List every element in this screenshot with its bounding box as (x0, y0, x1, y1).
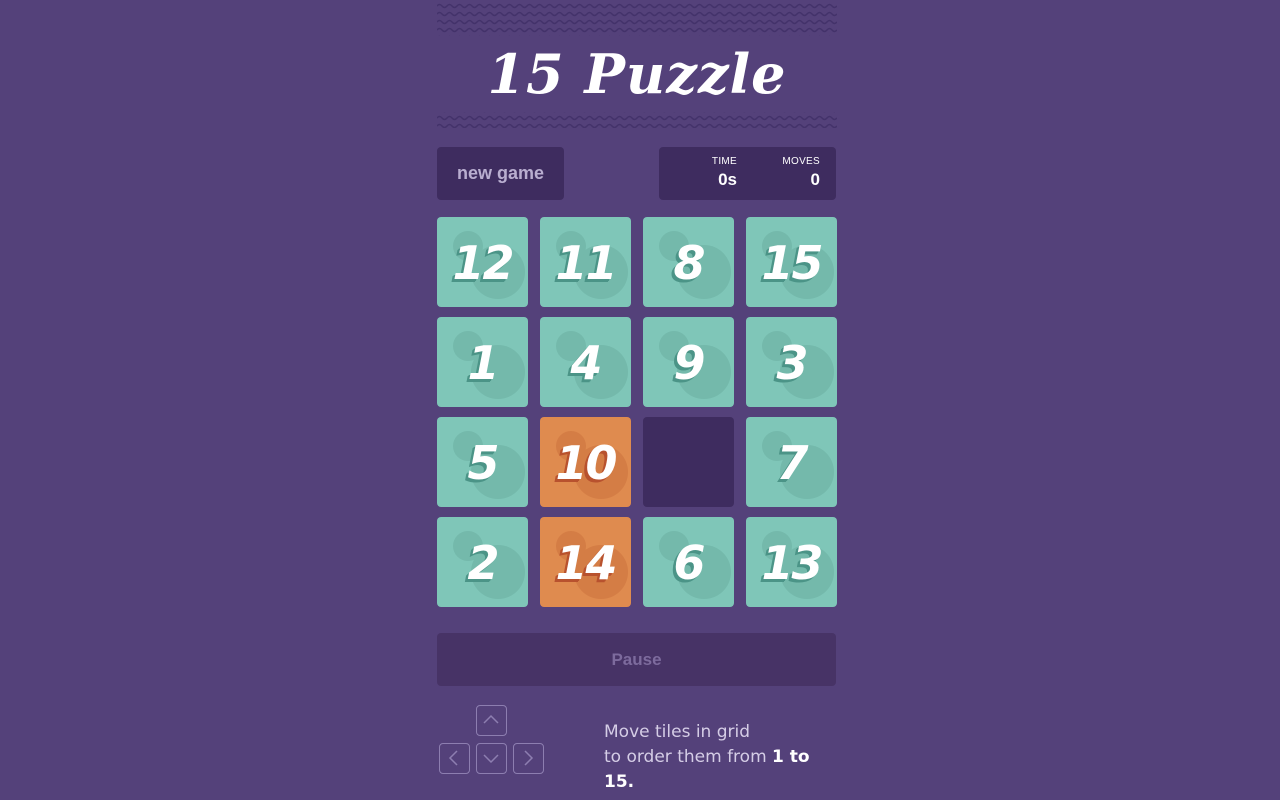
instructions: Move tiles in grid to order them from 1 … (604, 720, 844, 795)
chevron-down-icon (483, 754, 499, 764)
wave-line (437, 3, 837, 9)
tile-number: 8 (673, 236, 705, 290)
puzzle-tile[interactable]: 4 (540, 317, 631, 407)
time-value: 0s (718, 170, 737, 189)
tile-number: 11 (555, 236, 617, 290)
tile-number: 12 (452, 236, 514, 290)
puzzle-tile[interactable]: 15 (746, 217, 837, 307)
chevron-right-icon (524, 750, 534, 766)
puzzle-tile[interactable]: 11 (540, 217, 631, 307)
tile-number: 3 (776, 336, 808, 390)
arrow-left-button[interactable] (439, 743, 470, 774)
tile-number: 14 (555, 536, 617, 590)
wave-line (437, 19, 837, 25)
tile-number: 13 (761, 536, 823, 590)
stats-panel: TIME 0s MOVES 0 (659, 147, 836, 200)
arrow-down-button[interactable] (476, 743, 507, 774)
wave-line (437, 27, 837, 33)
wave-line (437, 11, 837, 17)
tile-number: 4 (570, 336, 602, 390)
chevron-left-icon (448, 750, 458, 766)
puzzle-tile[interactable]: 6 (643, 517, 734, 607)
puzzle-tile[interactable]: 1 (437, 317, 528, 407)
instructions-line-2-prefix: to order them from (604, 747, 773, 767)
puzzle-tile[interactable]: 2 (437, 517, 528, 607)
moves-label: MOVES (782, 156, 820, 167)
tile-number: 9 (673, 336, 705, 390)
wave-line (437, 123, 837, 128)
instructions-line-1: Move tiles in grid (604, 722, 751, 742)
tile-number: 6 (673, 536, 705, 590)
arrow-right-button[interactable] (513, 743, 544, 774)
page-title-text: 15 Puzzle (481, 36, 793, 112)
moves-value: 0 (810, 170, 820, 189)
empty-slot (643, 417, 734, 507)
game-page: 15 Puzzle new game TIME 0s MOVES 0 12 11 8… (0, 0, 1280, 800)
tile-number: 1 (467, 336, 499, 390)
puzzle-tile[interactable]: 3 (746, 317, 837, 407)
time-stat: TIME 0s (712, 155, 737, 191)
puzzle-tile[interactable]: 8 (643, 217, 734, 307)
moves-stat: MOVES 0 (782, 155, 820, 191)
game-header: 15 Puzzle (437, 0, 837, 128)
time-label: TIME (711, 156, 737, 167)
puzzle-tile[interactable]: 14 (540, 517, 631, 607)
tile-number: 5 (467, 436, 499, 490)
puzzle-tile[interactable]: 13 (746, 517, 837, 607)
puzzle-tile[interactable]: 5 (437, 417, 528, 507)
new-game-button[interactable]: new game (437, 147, 564, 200)
wave-line (437, 115, 837, 121)
tile-number: 7 (776, 436, 808, 490)
tile-number: 2 (467, 536, 499, 590)
chevron-up-icon (483, 714, 499, 724)
pause-button[interactable]: Pause (437, 633, 836, 686)
page-title: 15 Puzzle (437, 36, 837, 112)
puzzle-tile[interactable]: 9 (643, 317, 734, 407)
puzzle-tile[interactable]: 12 (437, 217, 528, 307)
tile-number: 15 (761, 236, 823, 290)
puzzle-tile[interactable]: 10 (540, 417, 631, 507)
arrow-up-button[interactable] (476, 705, 507, 736)
puzzle-tile[interactable]: 7 (746, 417, 837, 507)
puzzle-board: 12 11 8 15 1 4 9 3 5 10 7 2 14 6 13 (437, 217, 837, 607)
tile-number: 10 (555, 436, 617, 490)
